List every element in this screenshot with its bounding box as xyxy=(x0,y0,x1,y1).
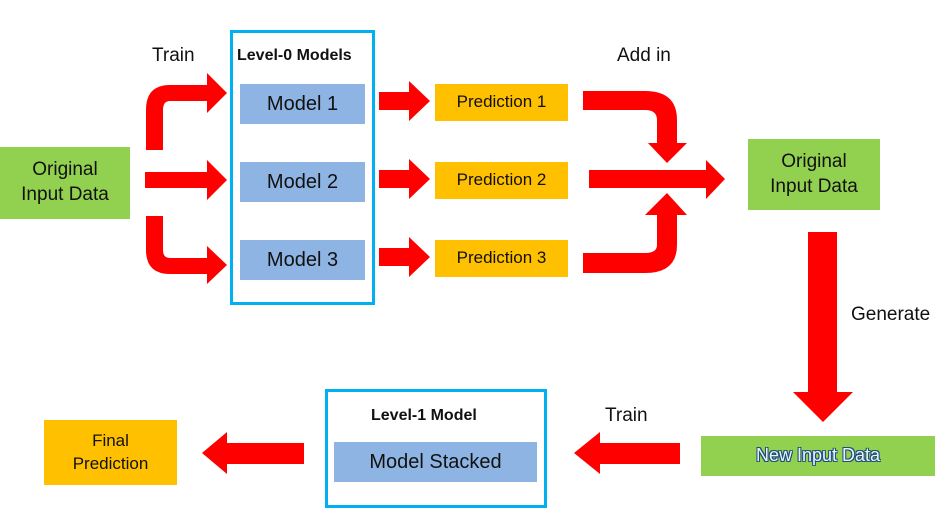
original-input-data-right: Original Input Data xyxy=(748,139,880,210)
arrow-model-2-to-prediction-2 xyxy=(379,159,430,199)
train-arrow-to-model-2 xyxy=(145,160,227,200)
arrow-to-final-prediction xyxy=(202,432,304,474)
model-3-box: Model 3 xyxy=(240,240,365,280)
train-arrow-to-level-1 xyxy=(574,432,680,474)
level-1-model-title: Level-1 Model xyxy=(371,407,477,424)
train-arrow-to-model-1 xyxy=(146,73,227,150)
generate-label: Generate xyxy=(851,304,931,325)
model-2-box: Model 2 xyxy=(240,162,365,202)
final-prediction-box: Final Prediction xyxy=(44,420,177,485)
addin-arrow-from-prediction-3 xyxy=(583,193,687,273)
prediction-1-box: Prediction 1 xyxy=(435,84,568,121)
new-input-data-box: New Input Data xyxy=(701,436,935,476)
generate-arrow xyxy=(793,232,853,422)
addin-arrow-from-prediction-2 xyxy=(589,160,725,199)
train-arrow-to-model-3 xyxy=(146,216,227,284)
prediction-3-box: Prediction 3 xyxy=(435,240,568,277)
model-stacked-box: Model Stacked xyxy=(334,442,537,482)
level-0-models-title: Level-0 Models xyxy=(237,47,352,64)
train-label-bottom: Train xyxy=(605,405,648,426)
arrow-model-3-to-prediction-3 xyxy=(379,237,430,277)
prediction-2-box: Prediction 2 xyxy=(435,162,568,199)
train-label-top: Train xyxy=(152,45,195,66)
original-input-data-left: Original Input Data xyxy=(0,147,130,219)
arrow-model-1-to-prediction-1 xyxy=(379,81,430,121)
add-in-label: Add in xyxy=(617,45,671,66)
model-1-box: Model 1 xyxy=(240,84,365,124)
addin-arrow-from-prediction-1 xyxy=(583,91,687,163)
